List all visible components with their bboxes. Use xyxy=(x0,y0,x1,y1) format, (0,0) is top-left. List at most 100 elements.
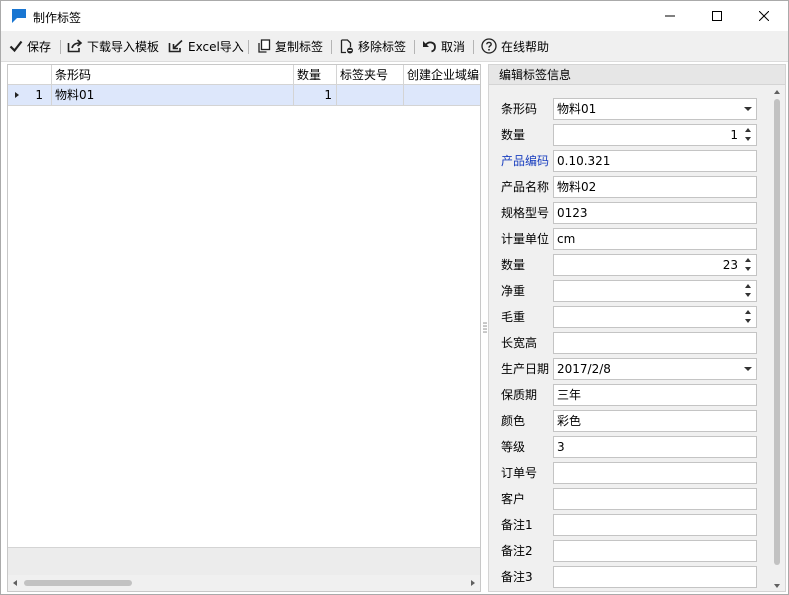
production-date-value: 2017/2/8 xyxy=(557,362,611,376)
spec-field[interactable]: 0123 xyxy=(553,202,757,224)
shelf-life-field[interactable]: 三年 xyxy=(553,384,757,406)
row-indicator: 1 xyxy=(8,85,52,105)
product-name-field[interactable]: 物料02 xyxy=(553,176,757,198)
remark3-field[interactable] xyxy=(553,566,757,588)
dimensions-field[interactable] xyxy=(553,332,757,354)
qty-stepper[interactable]: 1 xyxy=(553,124,757,146)
qty-value: 1 xyxy=(730,128,738,142)
checkmark-icon xyxy=(9,40,23,53)
scroll-down-icon[interactable] xyxy=(771,581,783,591)
remove-label-button[interactable]: 移除标签 xyxy=(340,36,406,56)
product-code-field[interactable]: 0.10.321 xyxy=(553,150,757,172)
column-header-qty[interactable]: 数量 xyxy=(294,65,337,85)
production-date-picker[interactable]: 2017/2/8 xyxy=(553,358,757,380)
cell-barcode[interactable]: 物料01 xyxy=(52,85,294,105)
gross-weight-label: 毛重 xyxy=(501,310,526,324)
undo-icon xyxy=(423,41,436,53)
toolbar: 保存 下载导入模板 Excel导入 复制标签 移除标签 取消 在线帮助 xyxy=(1,31,788,62)
remark1-field[interactable] xyxy=(553,514,757,536)
excel-import-label: Excel导入 xyxy=(188,39,244,54)
label-grid[interactable]: 条形码 数量 标签夹号 创建企业域编号 1 物料01 1 xyxy=(7,64,481,592)
grid-corner xyxy=(8,65,52,85)
spinner-arrows-icon[interactable] xyxy=(743,308,755,326)
product-code-label: 产品编码 xyxy=(501,154,550,168)
column-header-domain[interactable]: 创建企业域编号 xyxy=(404,65,480,85)
copy-label-button[interactable]: 复制标签 xyxy=(257,36,323,56)
import-icon xyxy=(168,39,183,53)
cell-folder[interactable] xyxy=(337,85,404,105)
copy-icon xyxy=(258,39,271,53)
remark2-field[interactable] xyxy=(553,540,757,562)
close-button[interactable] xyxy=(741,1,787,31)
column-header-folder[interactable]: 标签夹号 xyxy=(337,65,404,85)
table-row[interactable]: 1 物料01 1 xyxy=(8,85,480,106)
cell-domain[interactable] xyxy=(404,85,480,105)
maximize-button[interactable] xyxy=(694,1,740,31)
spinner-arrows-icon[interactable] xyxy=(743,126,755,144)
save-button[interactable]: 保存 xyxy=(9,36,51,56)
count-stepper[interactable]: 23 xyxy=(553,254,757,276)
horizontal-scroll-thumb[interactable] xyxy=(24,580,132,586)
count-label: 数量 xyxy=(501,258,526,272)
grid-footer xyxy=(8,547,480,575)
cancel-button[interactable]: 取消 xyxy=(422,36,465,56)
color-label: 颜色 xyxy=(501,414,526,428)
chevron-down-icon[interactable] xyxy=(744,107,752,111)
minimize-button[interactable] xyxy=(647,1,693,31)
barcode-label: 条形码 xyxy=(501,102,538,116)
scroll-up-icon[interactable] xyxy=(771,87,783,97)
dimensions-label: 长宽高 xyxy=(501,336,538,350)
unit-label: 计量单位 xyxy=(501,232,550,246)
product-name-label: 产品名称 xyxy=(501,180,550,194)
excel-import-button[interactable]: Excel导入 xyxy=(168,36,244,56)
spinner-arrows-icon[interactable] xyxy=(743,282,755,300)
order-number-field[interactable] xyxy=(553,462,757,484)
count-value: 23 xyxy=(722,258,738,272)
toolbar-separator xyxy=(248,40,249,54)
download-template-button[interactable]: 下载导入模板 xyxy=(67,36,159,56)
grade-label: 等级 xyxy=(501,440,526,454)
horizontal-scrollbar[interactable] xyxy=(8,575,480,591)
app-logo-icon xyxy=(12,9,26,23)
spec-label: 规格型号 xyxy=(501,206,550,220)
toolbar-separator xyxy=(414,40,415,54)
barcode-value: 物料01 xyxy=(557,102,597,116)
panel-title: 编辑标签信息 xyxy=(489,65,785,85)
remark1-label: 备注1 xyxy=(501,518,533,532)
title-bar: 制作标签 xyxy=(1,1,788,31)
spinner-arrows-icon[interactable] xyxy=(743,256,755,274)
copy-label-label: 复制标签 xyxy=(275,39,324,54)
barcode-select[interactable]: 物料01 xyxy=(553,98,757,120)
help-label: 在线帮助 xyxy=(501,39,550,54)
scroll-right-icon[interactable] xyxy=(468,575,478,591)
production-date-label: 生产日期 xyxy=(501,362,550,376)
row-index: 1 xyxy=(35,88,43,102)
vertical-scroll-thumb[interactable] xyxy=(774,99,780,565)
order-number-label: 订单号 xyxy=(501,466,538,480)
unit-field[interactable]: cm xyxy=(553,228,757,250)
shelf-life-label: 保质期 xyxy=(501,388,538,402)
remark2-label: 备注2 xyxy=(501,544,533,558)
net-weight-label: 净重 xyxy=(501,284,526,298)
cell-qty[interactable]: 1 xyxy=(294,85,337,105)
remove-document-icon xyxy=(340,38,353,53)
scroll-left-icon[interactable] xyxy=(10,575,20,591)
remove-label-label: 移除标签 xyxy=(358,39,407,54)
toolbar-separator xyxy=(60,40,61,54)
vertical-scrollbar[interactable] xyxy=(771,87,783,591)
grid-header: 条形码 数量 标签夹号 创建企业域编号 xyxy=(8,65,480,85)
row-pointer-icon xyxy=(15,92,19,98)
download-template-label: 下载导入模板 xyxy=(87,39,160,54)
customer-field[interactable] xyxy=(553,488,757,510)
window-title: 制作标签 xyxy=(33,11,82,25)
edit-label-panel: 编辑标签信息 条形码 物料01 数量 1 产品编码 0.10.321 产品名称 … xyxy=(488,64,786,592)
color-field[interactable]: 彩色 xyxy=(553,410,757,432)
toolbar-separator xyxy=(331,40,332,54)
gross-weight-stepper[interactable] xyxy=(553,306,757,328)
chevron-down-icon[interactable] xyxy=(744,367,752,371)
help-button[interactable]: 在线帮助 xyxy=(481,36,549,56)
grade-field[interactable]: 3 xyxy=(553,436,757,458)
toolbar-separator xyxy=(473,40,474,54)
net-weight-stepper[interactable] xyxy=(553,280,757,302)
column-header-barcode[interactable]: 条形码 xyxy=(52,65,294,85)
